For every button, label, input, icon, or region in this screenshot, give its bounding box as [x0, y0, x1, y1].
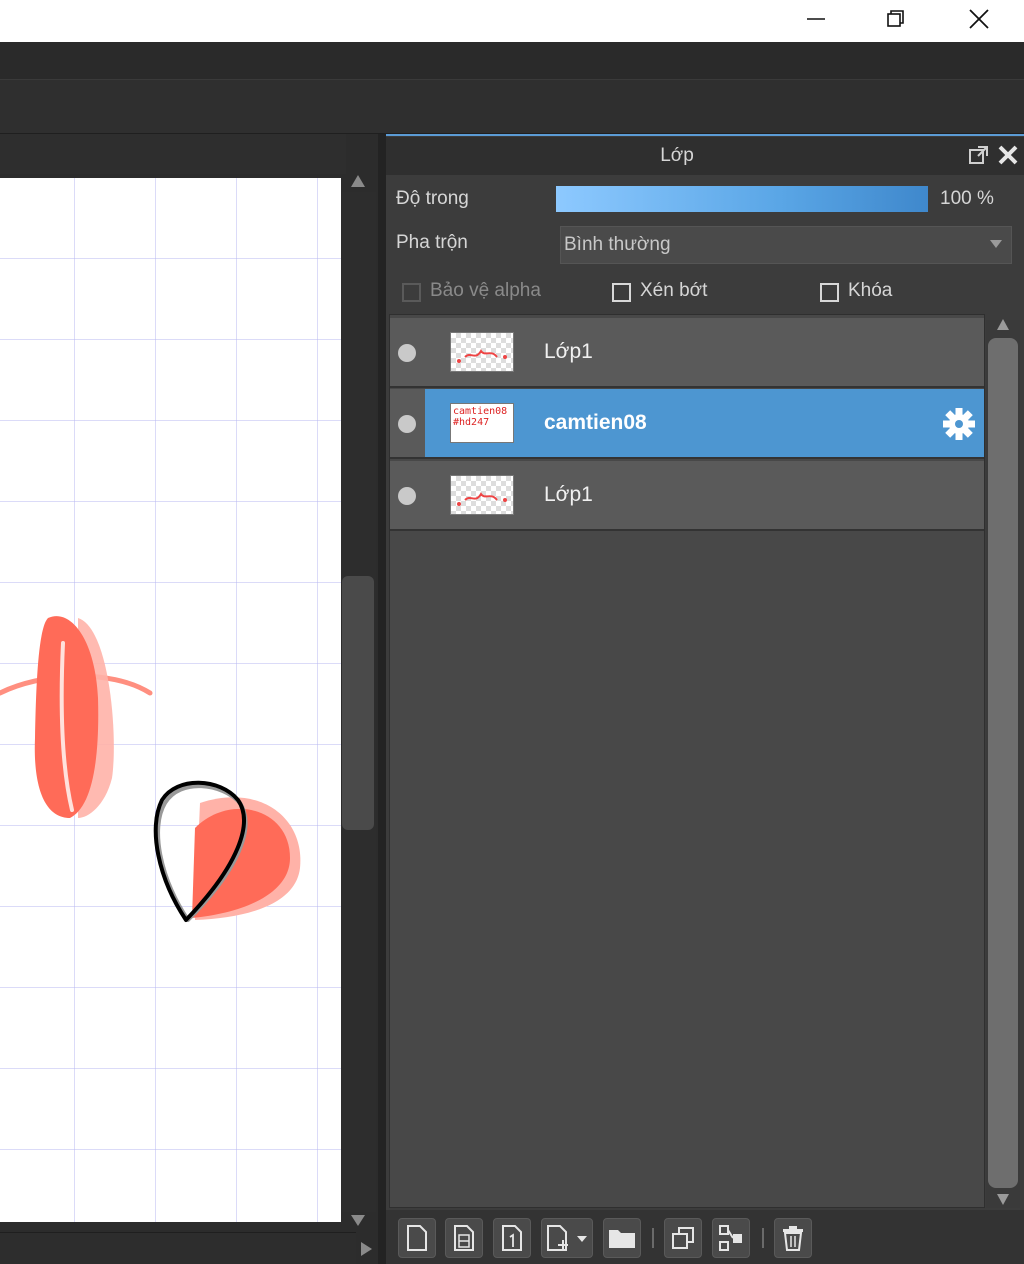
- layer-panel-title: Lớp: [660, 145, 694, 166]
- add-layer-dropdown-icon: [547, 1225, 587, 1251]
- trash-icon: [783, 1226, 803, 1251]
- layer-row[interactable]: Lớp1: [390, 318, 984, 388]
- scroll-down-arrow-icon[interactable]: [349, 1212, 367, 1228]
- toolbar-separator: [652, 1228, 654, 1248]
- layer-thumbnail: [450, 332, 514, 372]
- visibility-toggle-icon[interactable]: [398, 415, 416, 433]
- opacity-value: 100 %: [940, 188, 994, 209]
- layer-name: Lớp1: [544, 340, 593, 363]
- restore-icon: [887, 10, 904, 27]
- merge-down-icon: [719, 1225, 742, 1251]
- new-folder-button[interactable]: [603, 1218, 641, 1258]
- canvas-drawing: [0, 178, 341, 1222]
- detach-panel-icon[interactable]: [968, 144, 990, 166]
- new-1bit-layer-icon: [502, 1225, 522, 1251]
- blend-mode-select[interactable]: Bình thường: [560, 226, 1012, 264]
- minimize-icon: [807, 18, 825, 20]
- visibility-toggle-icon[interactable]: [398, 487, 416, 505]
- scroll-right-arrow-icon[interactable]: [358, 1240, 374, 1258]
- lock-checkbox[interactable]: [820, 283, 839, 302]
- thumbnail-mark: [457, 349, 507, 363]
- toolbar-separator: [762, 1228, 764, 1248]
- chevron-down-icon: [990, 240, 1002, 248]
- close-button[interactable]: [949, 0, 1009, 38]
- new-layer-icon: [407, 1225, 427, 1251]
- thumbnail-text: camtien08 #hd247: [453, 406, 508, 428]
- add-layer-dropdown-button[interactable]: [541, 1218, 593, 1258]
- menu-bar: [0, 42, 1024, 80]
- thumbnail-mark: [457, 492, 507, 506]
- restore-button[interactable]: [866, 0, 926, 38]
- close-icon: [969, 9, 989, 29]
- close-panel-icon[interactable]: [996, 144, 1020, 166]
- folder-icon: [609, 1230, 635, 1248]
- layer-name: Lớp1: [544, 483, 593, 506]
- opacity-label: Độ trong: [396, 188, 469, 209]
- new-layer-button[interactable]: [398, 1218, 436, 1258]
- clipping-checkbox[interactable]: [612, 283, 631, 302]
- layer-row-selected[interactable]: camtien08 #hd247 camtien08: [390, 389, 984, 459]
- canvas-horizontal-scrollbar[interactable]: [0, 1232, 356, 1264]
- layer-thumbnail: camtien08 #hd247: [450, 403, 514, 443]
- layer-name: camtien08: [544, 411, 647, 434]
- drawing-canvas[interactable]: [0, 178, 341, 1222]
- panel-splitter[interactable]: [378, 134, 386, 1264]
- tool-options-bar: [0, 80, 1024, 134]
- protect-alpha-checkbox[interactable]: [402, 283, 421, 302]
- new-1bit-layer-button[interactable]: [493, 1218, 531, 1258]
- canvas-vertical-scroll-thumb[interactable]: [342, 576, 374, 830]
- blend-mode-label: Pha trộn: [396, 232, 468, 253]
- visibility-toggle-icon[interactable]: [398, 344, 416, 362]
- duplicate-icon: [672, 1227, 694, 1249]
- new-8bit-layer-icon: [454, 1225, 474, 1251]
- opacity-slider[interactable]: [556, 186, 928, 212]
- protect-alpha-label: Bảo vệ alpha: [430, 280, 541, 301]
- gear-icon[interactable]: [942, 407, 976, 441]
- lock-label: Khóa: [848, 280, 893, 301]
- scroll-up-arrow-icon[interactable]: [996, 318, 1010, 332]
- delete-layer-button[interactable]: [774, 1218, 812, 1258]
- minimize-button[interactable]: [786, 0, 846, 38]
- layer-row[interactable]: Lớp1: [390, 461, 984, 531]
- layer-thumbnail: [450, 475, 514, 515]
- new-8bit-layer-button[interactable]: [445, 1218, 483, 1258]
- canvas-tab-bar: [0, 134, 346, 174]
- clipping-label: Xén bớt: [640, 280, 708, 301]
- duplicate-layer-button[interactable]: [664, 1218, 702, 1258]
- scroll-down-arrow-icon[interactable]: [996, 1192, 1010, 1206]
- scroll-up-arrow-icon[interactable]: [349, 172, 367, 190]
- merge-down-button[interactable]: [712, 1218, 750, 1258]
- layer-list-scroll-thumb[interactable]: [988, 338, 1018, 1188]
